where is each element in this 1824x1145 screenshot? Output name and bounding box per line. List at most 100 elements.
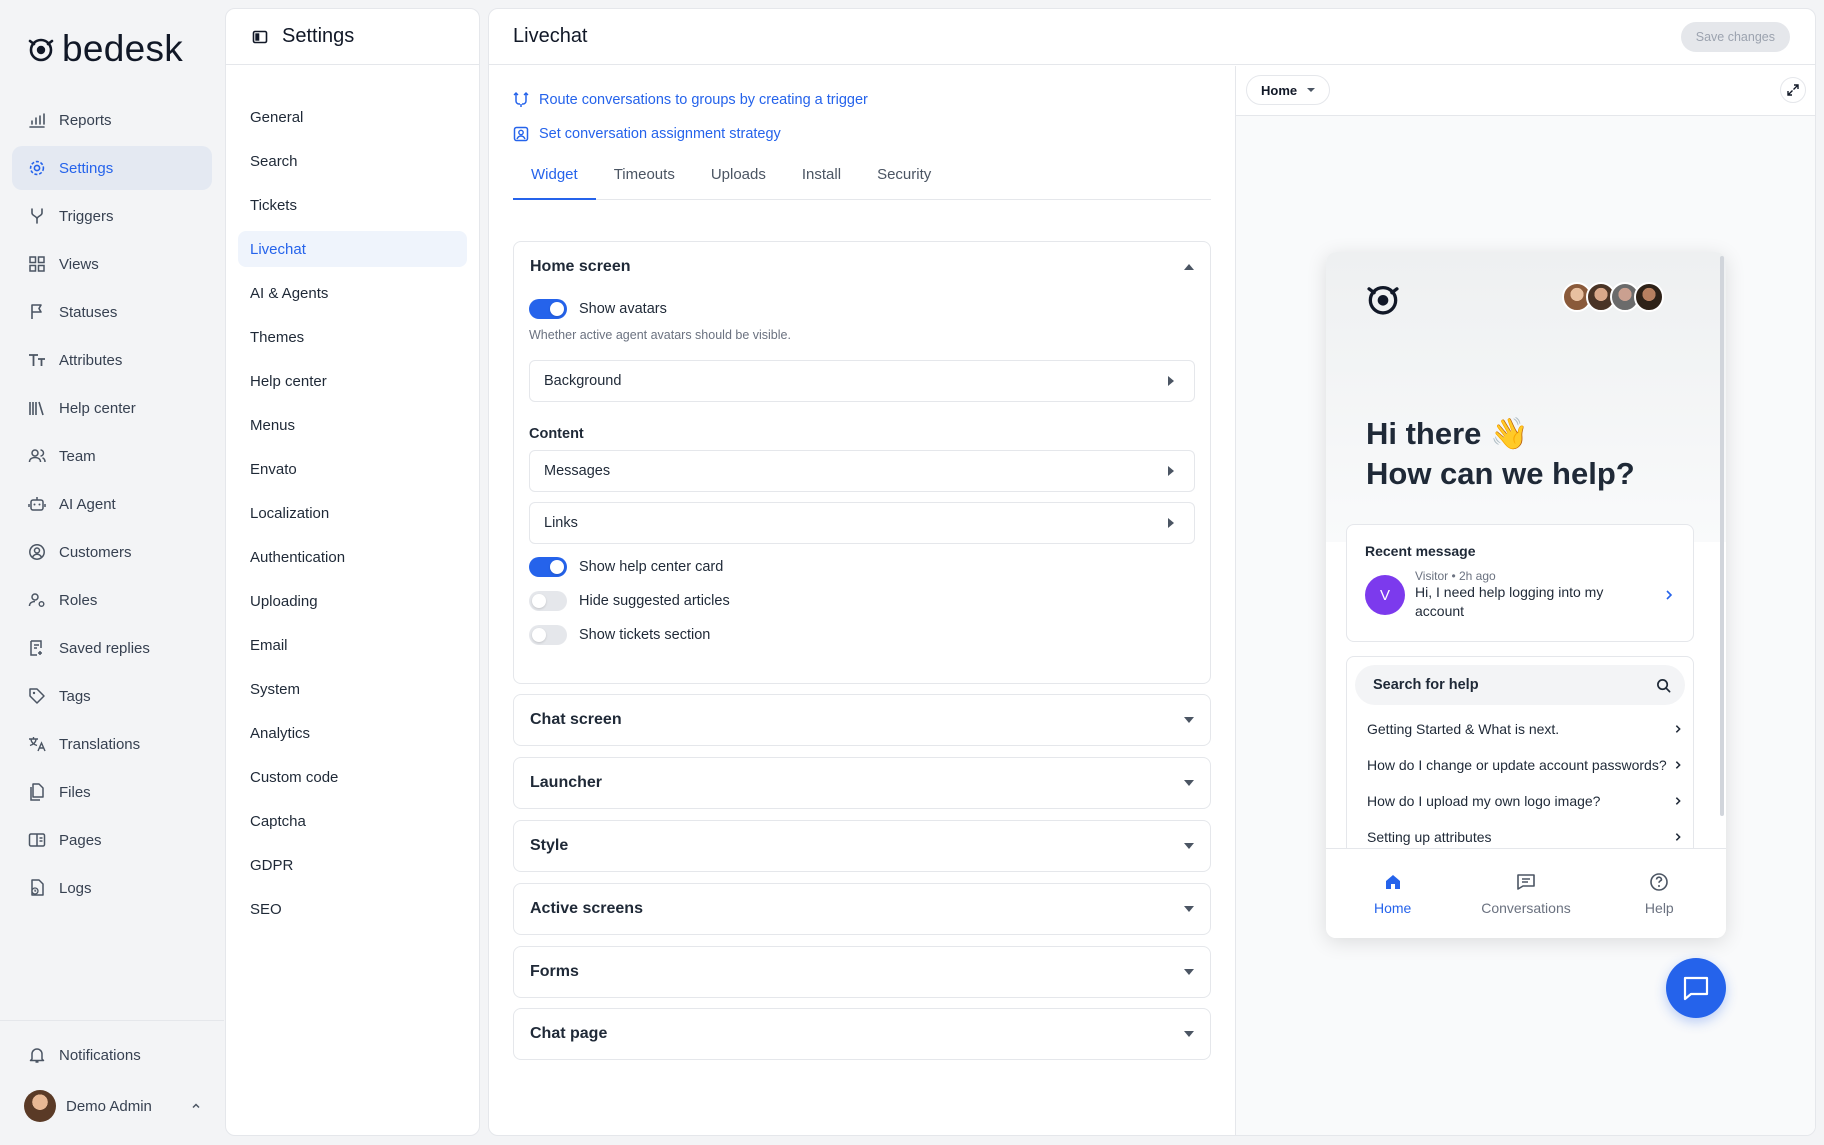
settings-item-tickets[interactable]: Tickets — [238, 187, 467, 223]
background-select[interactable]: Background — [529, 360, 1195, 402]
nav-item-pages[interactable]: Pages — [12, 818, 212, 862]
settings-item-general[interactable]: General — [238, 99, 467, 135]
avatar — [1634, 282, 1664, 312]
article-link[interactable]: How do I upload my own logo image? — [1347, 783, 1693, 819]
active-screens-header[interactable]: Active screens — [514, 884, 1210, 934]
brand-logo[interactable]: bedesk — [26, 30, 183, 67]
widget-nav-home[interactable]: Home — [1326, 849, 1459, 938]
recent-message-row[interactable]: V Visitor • 2h ago Hi, I need help loggi… — [1365, 569, 1675, 621]
sidebar-toggle-icon[interactable] — [252, 29, 268, 45]
grid-icon — [28, 255, 46, 273]
nav-item-statuses[interactable]: Statuses — [12, 290, 212, 334]
nav-item-roles[interactable]: Roles — [12, 578, 212, 622]
widget-nav-help[interactable]: Help — [1593, 849, 1726, 938]
launcher-panel[interactable]: Launcher — [513, 757, 1211, 809]
chat-screen-header[interactable]: Chat screen — [514, 695, 1210, 745]
settings-item-seo[interactable]: SEO — [238, 891, 467, 927]
user-menu[interactable]: Demo Admin — [24, 1090, 202, 1122]
settings-item-custom-code[interactable]: Custom code — [238, 759, 467, 795]
nav-item-triggers[interactable]: Triggers — [12, 194, 212, 238]
save-changes-button[interactable]: Save changes — [1680, 21, 1790, 52]
settings-item-livechat[interactable]: Livechat — [238, 231, 467, 267]
tab-widget[interactable]: Widget — [513, 166, 596, 200]
widget-scrollbar[interactable] — [1720, 256, 1724, 816]
widget-nav-conversations[interactable]: Conversations — [1459, 849, 1592, 938]
recent-message-card[interactable]: Recent message V Visitor • 2h ago Hi, I … — [1346, 524, 1694, 642]
notifications-link[interactable]: Notifications — [28, 1046, 141, 1064]
left-nav: bedesk Reports Settings Triggers Views S… — [0, 0, 224, 1145]
settings-item-authentication[interactable]: Authentication — [238, 539, 467, 575]
hide-suggested-articles-row: Hide suggested articles — [529, 584, 1195, 618]
messages-select[interactable]: Messages — [529, 450, 1195, 492]
nav-item-translations[interactable]: Translations — [12, 722, 212, 766]
chat-page-panel[interactable]: Chat page — [513, 1008, 1211, 1060]
nav-item-tags[interactable]: Tags — [12, 674, 212, 718]
nav-item-files[interactable]: Files — [12, 770, 212, 814]
settings-item-envato[interactable]: Envato — [238, 451, 467, 487]
nav-item-views[interactable]: Views — [12, 242, 212, 286]
route-icon — [513, 92, 529, 108]
flag-icon — [28, 303, 46, 321]
active-screens-panel[interactable]: Active screens — [513, 883, 1211, 935]
show-tickets-section-row: Show tickets section — [529, 618, 1195, 652]
tab-uploads[interactable]: Uploads — [693, 166, 784, 200]
tab-timeouts[interactable]: Timeouts — [596, 166, 693, 200]
settings-item-analytics[interactable]: Analytics — [238, 715, 467, 751]
chat-page-header[interactable]: Chat page — [514, 1009, 1210, 1059]
notifications-label: Notifications — [59, 1046, 141, 1064]
style-header[interactable]: Style — [514, 821, 1210, 871]
launcher-header[interactable]: Launcher — [514, 758, 1210, 808]
chat-screen-panel[interactable]: Chat screen — [513, 694, 1211, 746]
settings-item-localization[interactable]: Localization — [238, 495, 467, 531]
preview-screen-select[interactable]: Home — [1246, 75, 1331, 105]
nav-item-attributes[interactable]: Attributes — [12, 338, 212, 382]
settings-item-system[interactable]: System — [238, 671, 467, 707]
settings-item-gdpr[interactable]: GDPR — [238, 847, 467, 883]
settings-item-email[interactable]: Email — [238, 627, 467, 663]
settings-item-uploading[interactable]: Uploading — [238, 583, 467, 619]
nav-item-label: Views — [59, 255, 99, 273]
article-link[interactable]: Getting Started & What is next. — [1347, 711, 1693, 747]
show-tickets-section-toggle[interactable] — [529, 625, 567, 645]
forms-panel[interactable]: Forms — [513, 946, 1211, 998]
settings-item-help-center[interactable]: Help center — [238, 363, 467, 399]
links-label: Links — [544, 515, 578, 531]
show-avatars-toggle[interactable] — [529, 299, 567, 319]
settings-item-themes[interactable]: Themes — [238, 319, 467, 355]
tab-install[interactable]: Install — [784, 166, 859, 200]
home-screen-header[interactable]: Home screen — [514, 242, 1210, 292]
nav-item-customers[interactable]: Customers — [12, 530, 212, 574]
style-panel[interactable]: Style — [513, 820, 1211, 872]
nav-item-settings[interactable]: Settings — [12, 146, 212, 190]
panel-title: Home screen — [530, 258, 631, 275]
chevron-right-icon — [1168, 376, 1174, 386]
nav-item-logs[interactable]: Logs — [12, 866, 212, 910]
panel-title: Style — [530, 837, 569, 854]
route-conversations-link[interactable]: Route conversations to groups by creatin… — [513, 90, 868, 110]
expand-preview-button[interactable] — [1780, 77, 1806, 103]
forms-header[interactable]: Forms — [514, 947, 1210, 997]
chat-launcher-button[interactable] — [1666, 958, 1726, 1018]
settings-item-captcha[interactable]: Captcha — [238, 803, 467, 839]
settings-item-search[interactable]: Search — [238, 143, 467, 179]
nav-item-help-center[interactable]: Help center — [12, 386, 212, 430]
nav-item-reports[interactable]: Reports — [12, 98, 212, 142]
nav-item-team[interactable]: Team — [12, 434, 212, 478]
help-search-input[interactable]: Search for help — [1355, 665, 1685, 705]
tab-security[interactable]: Security — [859, 166, 949, 200]
nav-item-saved-replies[interactable]: Saved replies — [12, 626, 212, 670]
widget-nav-label: Home — [1373, 899, 1412, 916]
chevron-down-icon — [1307, 88, 1316, 92]
show-help-center-card-toggle[interactable] — [529, 557, 567, 577]
links-select[interactable]: Links — [529, 502, 1195, 544]
settings-item-menus[interactable]: Menus — [238, 407, 467, 443]
nav-divider — [0, 1020, 224, 1021]
home-screen-panel: Home screen Show avatars Whether active … — [513, 241, 1211, 684]
chevron-right-icon — [1675, 797, 1681, 805]
hide-suggested-articles-toggle[interactable] — [529, 591, 567, 611]
assignment-strategy-link[interactable]: Set conversation assignment strategy — [513, 124, 868, 144]
nav-item-ai-agent[interactable]: AI Agent — [12, 482, 212, 526]
article-link[interactable]: How do I change or update account passwo… — [1347, 747, 1693, 783]
chevron-down-icon — [1184, 969, 1194, 975]
settings-item-ai-agents[interactable]: AI & Agents — [238, 275, 467, 311]
